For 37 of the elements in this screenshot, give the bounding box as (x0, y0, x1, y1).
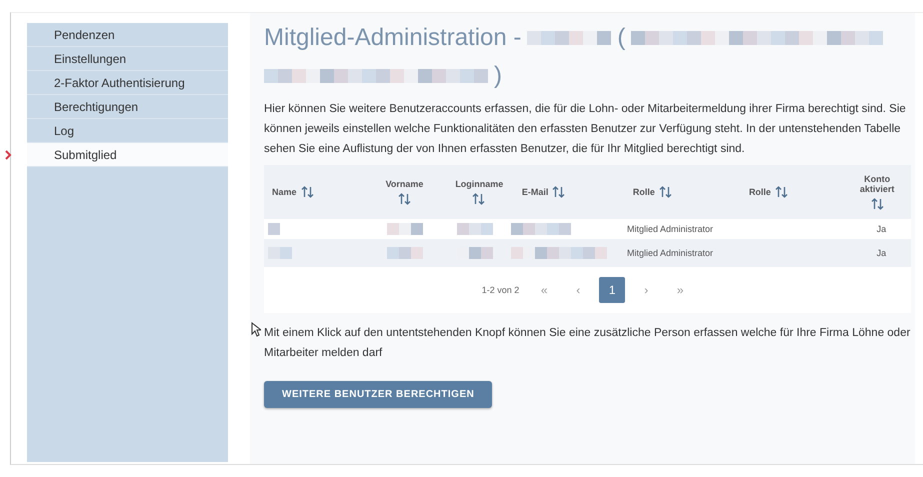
column-header[interactable]: Vorname (366, 165, 443, 219)
chevron-icon (5, 150, 12, 160)
sort-icon (774, 186, 788, 198)
blurred-text (268, 247, 292, 259)
column-header[interactable]: Rolle (740, 165, 844, 219)
table-cell-text: Mitglied Administrator (626, 224, 714, 234)
intro-text: Hier können Sie weitere Benutzeraccounts erfassen, die für die Lohn- oder Mitarbeitermeldung ihrer Firma berechtigt sind. Sie können jeweils einstellen welche Funktionalitäten den erfassten Benutzer zur Verfügung steht. In der untenstehenden Tabelle sehen Sie eine Auflistung der von Ihnen erfassten Benutzer, die für Ihr Mitglied berechtigt sind. (264, 102, 907, 157)
sidebar-item[interactable]: 2-Faktor Authentisierung (27, 71, 228, 95)
blurred-text (268, 223, 280, 235)
page-title-paren: ( (617, 23, 626, 53)
column-header[interactable]: Loginname (442, 165, 514, 219)
page-title: Mitglied-Administration - (264, 23, 522, 53)
blurred-text (387, 223, 424, 235)
pagination-button[interactable]: 1 (599, 277, 626, 303)
sort-icon (398, 193, 411, 205)
sidebar-item[interactable]: Einstellungen (27, 47, 228, 71)
column-header[interactable]: E-Mail (514, 165, 625, 219)
sidebar-item[interactable]: Berechtigungen (27, 95, 228, 119)
sidebar-item[interactable]: Pendenzen (27, 23, 228, 47)
sort-icon (472, 193, 485, 205)
add-user-button[interactable]: WEITERE BENUTZER BERECHTIGEN (264, 381, 492, 408)
page-title-paren: ) (494, 61, 502, 91)
info-text: Mit einem Klick auf den untentstehenden Knopf können Sie eine zusätzliche Person erfassen welche für Ihre Firma Löhne oder Mitarbeiter melden darf (264, 326, 911, 361)
column-header[interactable]: Name (264, 165, 366, 219)
sort-icon (552, 186, 566, 198)
sort-icon (870, 198, 884, 210)
pagination-summary: 1-2 von 2 (482, 285, 520, 295)
sort-icon (658, 186, 672, 198)
blurred-text (457, 223, 494, 235)
sort-icon (300, 186, 314, 198)
blurred-text (387, 247, 424, 259)
column-header[interactable]: Konto aktiviert (843, 165, 912, 219)
column-header[interactable]: Rolle (624, 165, 741, 219)
table-cell-text: Ja (876, 224, 888, 234)
table-cell-text: Ja (876, 248, 888, 258)
table-cell-text: Mitglied Administrator (626, 248, 714, 258)
blurred-text (510, 223, 571, 235)
